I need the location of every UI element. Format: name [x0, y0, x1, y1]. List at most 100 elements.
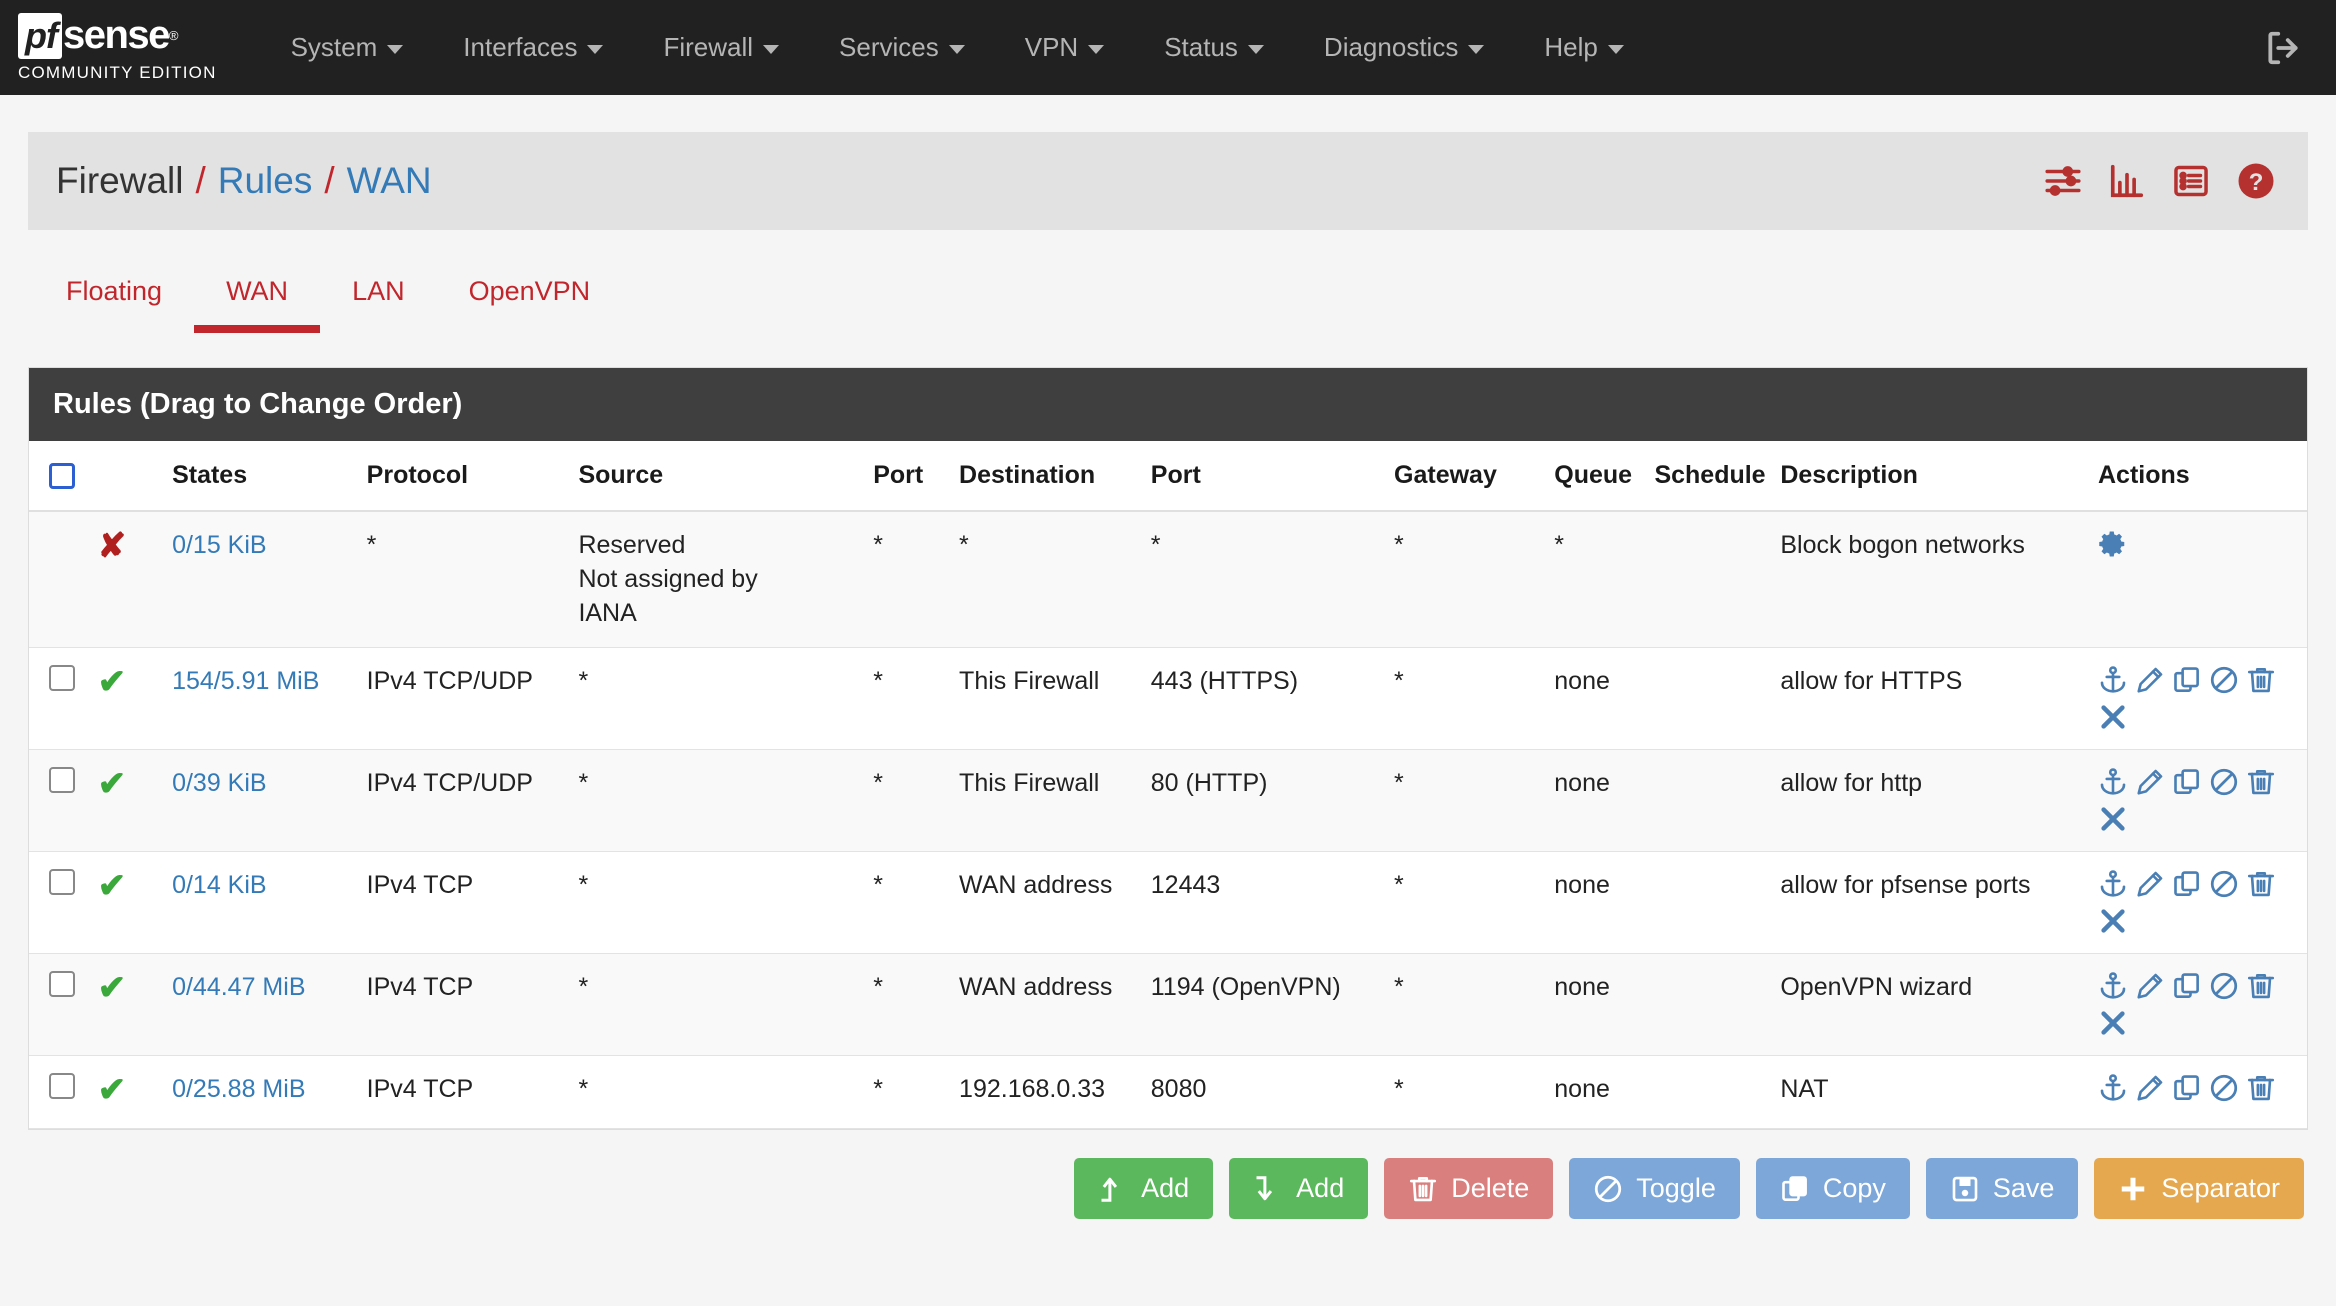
- header-description[interactable]: Description: [1780, 441, 2098, 512]
- trash-icon[interactable]: [2246, 665, 2276, 695]
- header-source[interactable]: Source: [578, 441, 874, 512]
- row-checkbox[interactable]: [49, 665, 75, 692]
- copy-icon-button[interactable]: [2172, 971, 2202, 1001]
- anchor-icon[interactable]: [2098, 971, 2128, 1001]
- separator-button-6[interactable]: Separator: [2094, 1158, 2304, 1219]
- nav-item-firewall[interactable]: Firewall: [633, 0, 809, 95]
- ban-icon[interactable]: [2209, 971, 2239, 1001]
- nav-item-help[interactable]: Help: [1514, 0, 1653, 95]
- states-link[interactable]: 0/15 KiB: [172, 531, 267, 559]
- help-circle-icon[interactable]: ?: [2236, 161, 2276, 201]
- trash-icon-button[interactable]: [2246, 767, 2276, 797]
- anchor-icon[interactable]: [2098, 1073, 2128, 1103]
- logout-icon[interactable]: [2264, 29, 2302, 67]
- x-icon-button[interactable]: [2098, 702, 2128, 732]
- row-checkbox[interactable]: [49, 767, 75, 794]
- anchor-icon[interactable]: [2098, 869, 2128, 899]
- nav-item-system[interactable]: System: [261, 0, 434, 95]
- states-link[interactable]: 154/5.91 MiB: [172, 667, 319, 695]
- table-row[interactable]: ✘ 0/15 KiB * Reserved Not assigned by IANA * * *…: [29, 511, 2307, 649]
- copy-icon[interactable]: [2172, 971, 2202, 1001]
- bar-chart-icon[interactable]: [2108, 162, 2146, 200]
- ban-icon-button[interactable]: [2209, 665, 2239, 695]
- x-icon[interactable]: [2098, 702, 2128, 732]
- ban-icon-button[interactable]: [2209, 869, 2239, 899]
- pass-check-icon[interactable]: ✔: [98, 1071, 127, 1109]
- tab-openvpn[interactable]: OpenVPN: [437, 254, 623, 327]
- table-row[interactable]: ✔ 0/14 KiB IPv4 TCP * * WAN address 12443 * none…: [29, 851, 2307, 955]
- x-icon-button[interactable]: [2098, 804, 2128, 834]
- ban-icon[interactable]: [1593, 1174, 1623, 1204]
- add-button-1[interactable]: Add: [1229, 1158, 1369, 1219]
- header-queue[interactable]: Queue: [1554, 441, 1655, 512]
- nav-item-vpn[interactable]: VPN: [995, 0, 1134, 95]
- add-button-0[interactable]: Add: [1074, 1158, 1214, 1219]
- brand-logo[interactable]: pf sense ® COMMUNITY EDITION: [18, 12, 217, 83]
- gear-icon[interactable]: [2098, 529, 2128, 559]
- anchor-icon-button[interactable]: [2098, 665, 2128, 695]
- sliders-icon[interactable]: [2044, 162, 2082, 200]
- pencil-icon-button[interactable]: [2135, 1073, 2165, 1103]
- copy-icon[interactable]: [2172, 665, 2202, 695]
- arrow-up-icon[interactable]: [1098, 1174, 1128, 1204]
- pencil-icon[interactable]: [2135, 869, 2165, 899]
- copy-icon-button[interactable]: [2172, 665, 2202, 695]
- nav-item-services[interactable]: Services: [809, 0, 995, 95]
- copy-icon-button[interactable]: [2172, 767, 2202, 797]
- header-schedule[interactable]: Schedule: [1654, 441, 1781, 512]
- toggle-button-3[interactable]: Toggle: [1569, 1158, 1740, 1219]
- header-destination[interactable]: Destination: [959, 441, 1151, 512]
- pencil-icon[interactable]: [2135, 971, 2165, 1001]
- tab-floating[interactable]: Floating: [34, 254, 194, 327]
- trash-icon-button[interactable]: [2246, 971, 2276, 1001]
- list-icon[interactable]: [2172, 162, 2210, 200]
- copy-icon[interactable]: [1780, 1174, 1810, 1204]
- pencil-icon[interactable]: [2135, 665, 2165, 695]
- table-row[interactable]: ✔ 0/39 KiB IPv4 TCP/UDP * * This Firewall 80 (…: [29, 749, 2307, 853]
- header-protocol[interactable]: Protocol: [366, 441, 579, 512]
- x-icon[interactable]: [2098, 804, 2128, 834]
- copy-icon[interactable]: [2172, 869, 2202, 899]
- table-row[interactable]: ✔ 0/25.88 MiB IPv4 TCP * * 192.168.0.33 8080 * n…: [29, 1055, 2307, 1129]
- row-checkbox[interactable]: [49, 869, 75, 896]
- header-gateway[interactable]: Gateway: [1394, 441, 1555, 512]
- pencil-icon[interactable]: [2135, 767, 2165, 797]
- states-link[interactable]: 0/44.47 MiB: [172, 973, 305, 1001]
- breadcrumb-wan[interactable]: WAN: [347, 160, 432, 202]
- anchor-icon[interactable]: [2098, 767, 2128, 797]
- anchor-icon-button[interactable]: [2098, 971, 2128, 1001]
- header-dest-port[interactable]: Port: [1150, 441, 1395, 512]
- header-source-port[interactable]: Port: [873, 441, 960, 512]
- breadcrumb-rules[interactable]: Rules: [218, 160, 313, 202]
- pass-check-icon[interactable]: ✔: [98, 663, 127, 701]
- copy-icon[interactable]: [2172, 767, 2202, 797]
- trash-icon[interactable]: [2246, 869, 2276, 899]
- x-icon-button[interactable]: [2098, 906, 2128, 936]
- x-icon[interactable]: [2098, 906, 2128, 936]
- ban-icon[interactable]: [2209, 767, 2239, 797]
- pencil-icon-button[interactable]: [2135, 971, 2165, 1001]
- select-all-checkbox[interactable]: [49, 462, 75, 489]
- tab-wan[interactable]: WAN: [194, 254, 321, 333]
- ban-icon[interactable]: [2209, 869, 2239, 899]
- trash-icon[interactable]: [2246, 1073, 2276, 1103]
- row-checkbox[interactable]: [49, 971, 75, 998]
- ban-icon-button[interactable]: [2209, 767, 2239, 797]
- states-link[interactable]: 0/39 KiB: [172, 769, 267, 797]
- copy-icon[interactable]: [2172, 1073, 2202, 1103]
- pass-check-icon[interactable]: ✔: [98, 969, 127, 1007]
- trash-icon-button[interactable]: [2246, 1073, 2276, 1103]
- pass-check-icon[interactable]: ✔: [98, 867, 127, 905]
- anchor-icon-button[interactable]: [2098, 869, 2128, 899]
- trash-icon-button[interactable]: [2246, 869, 2276, 899]
- delete-button-2[interactable]: Delete: [1384, 1158, 1554, 1219]
- nav-item-diagnostics[interactable]: Diagnostics: [1294, 0, 1514, 95]
- table-row[interactable]: ✔ 154/5.91 MiB IPv4 TCP/UDP * * This Firewall…: [29, 647, 2307, 751]
- anchor-icon[interactable]: [2098, 665, 2128, 695]
- pass-check-icon[interactable]: ✔: [98, 765, 127, 803]
- trash-icon-button[interactable]: [2246, 665, 2276, 695]
- states-link[interactable]: 0/25.88 MiB: [172, 1075, 305, 1103]
- trash-icon[interactable]: [2246, 767, 2276, 797]
- x-icon[interactable]: [2098, 1008, 2128, 1038]
- table-row[interactable]: ✔ 0/44.47 MiB IPv4 TCP * * WAN address 1194 (O…: [29, 953, 2307, 1057]
